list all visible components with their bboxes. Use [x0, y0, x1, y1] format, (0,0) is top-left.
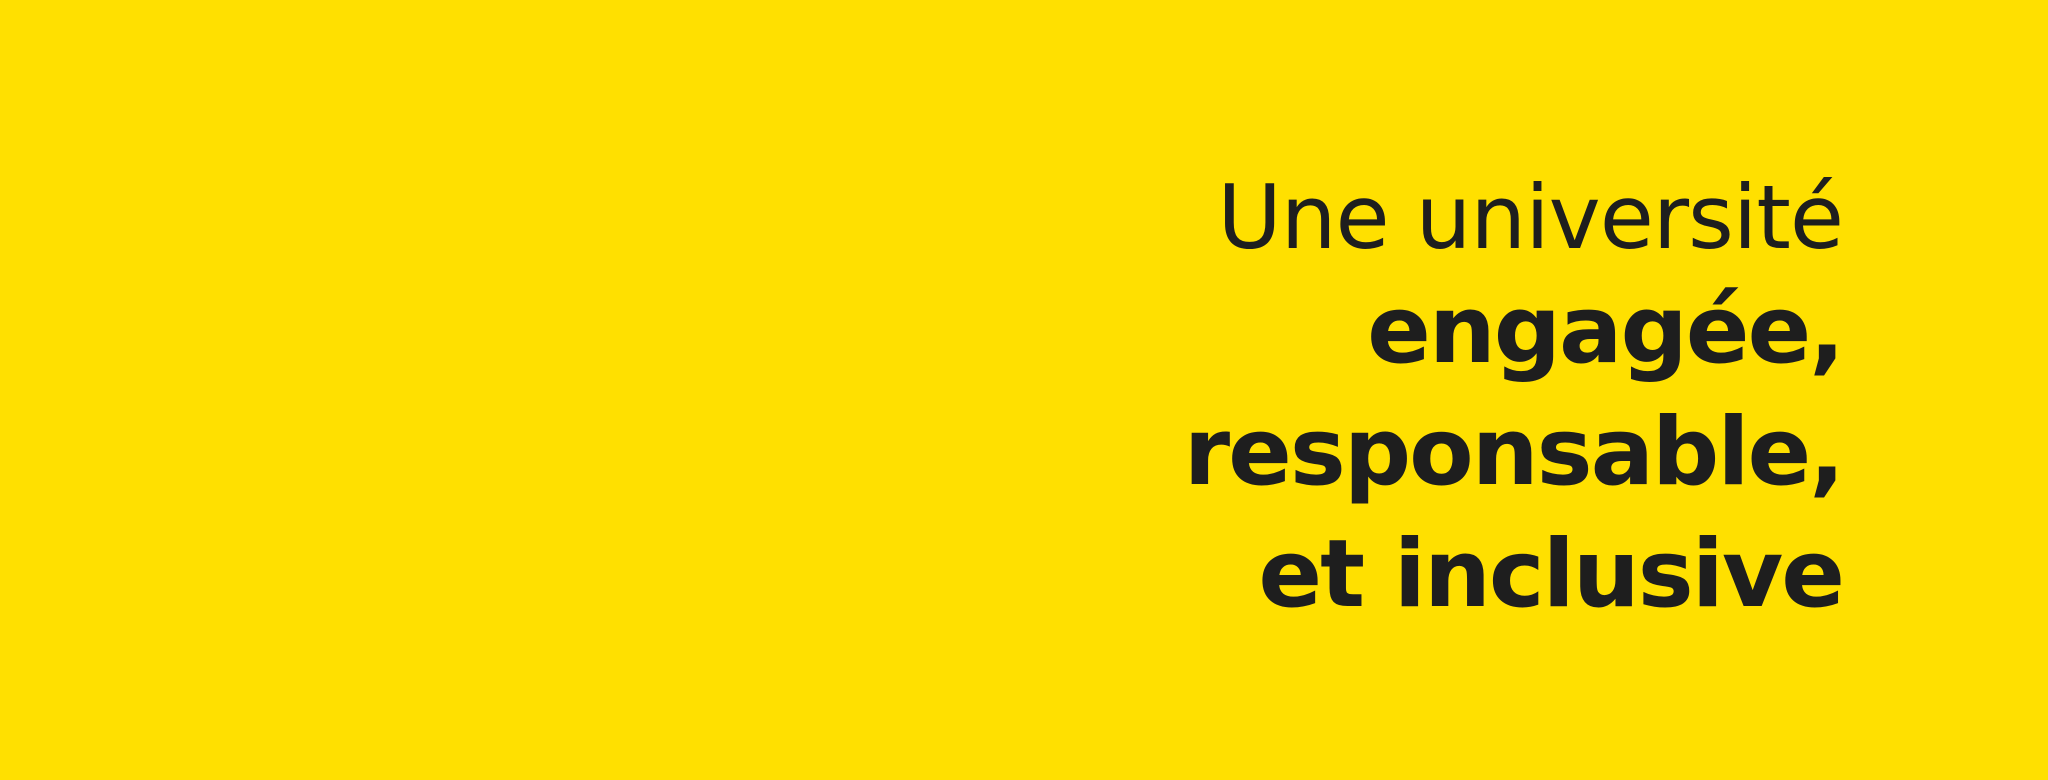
- headline-line-4: et inclusive: [1258, 520, 1845, 629]
- headline: Une université engagée, responsable, et …: [1183, 166, 1845, 636]
- headline-line-3: responsable,: [1183, 398, 1845, 507]
- banner: Une université engagée, responsable, et …: [0, 0, 2048, 780]
- headline-line-2: engagée,: [1367, 276, 1845, 385]
- headline-line-1: Une université: [1217, 166, 1844, 269]
